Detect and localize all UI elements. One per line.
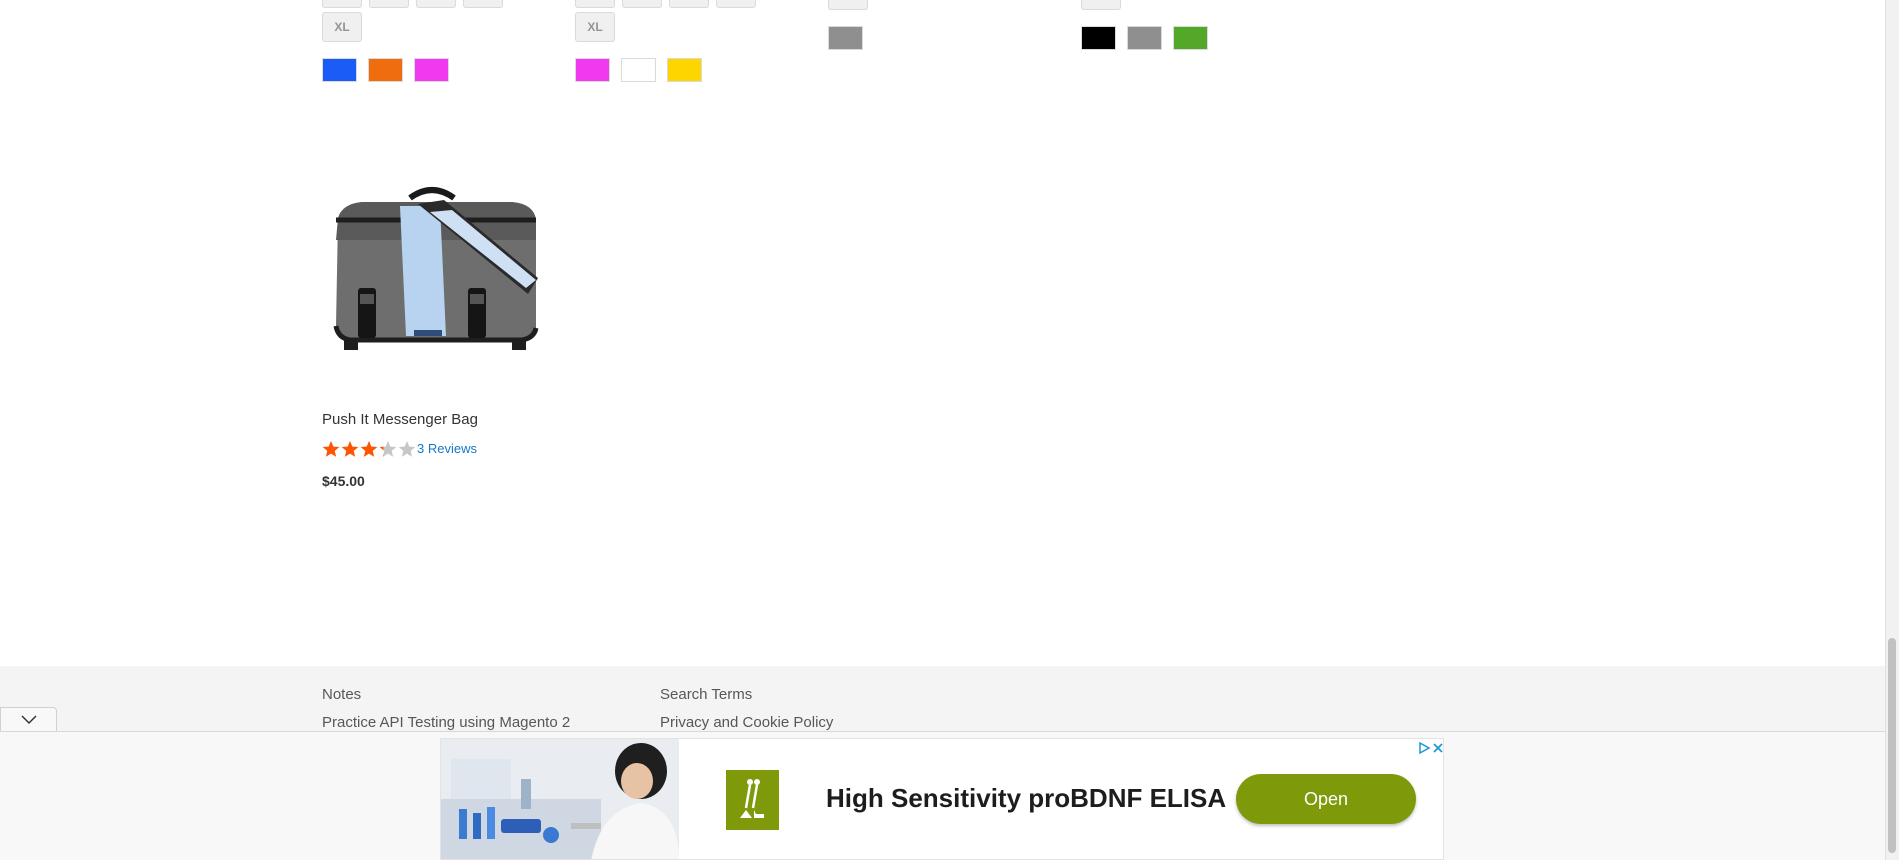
size-swatch[interactable] xyxy=(369,0,409,8)
product-image[interactable] xyxy=(322,160,542,380)
color-swatch-white[interactable] xyxy=(621,58,656,82)
star-icon xyxy=(322,440,341,458)
color-swatch-orange[interactable] xyxy=(368,58,403,82)
product-name-link[interactable]: Push It Messenger Bag xyxy=(322,411,478,428)
size-swatch[interactable] xyxy=(669,0,709,8)
star-icon xyxy=(379,440,398,458)
messenger-bag-image xyxy=(333,187,539,350)
close-icon[interactable] xyxy=(1431,741,1443,755)
color-swatch-green[interactable] xyxy=(1173,26,1208,50)
size-swatch[interactable] xyxy=(463,0,503,8)
ad-banner[interactable]: High Sensitivity proBDNF ELISA Open xyxy=(440,738,1444,860)
ad-logo xyxy=(726,770,779,830)
size-swatch[interactable] xyxy=(622,0,662,8)
size-swatch-xl[interactable]: XL xyxy=(322,12,362,42)
star-icon xyxy=(398,440,417,458)
color-swatch-yellow[interactable] xyxy=(667,58,702,82)
color-swatch-blue[interactable] xyxy=(322,58,357,82)
footer-link-notes[interactable]: Notes xyxy=(322,686,361,703)
footer-link-search-terms[interactable]: Search Terms xyxy=(660,686,752,703)
footer-link-practice-api[interactable]: Practice API Testing using Magento 2 xyxy=(322,714,570,731)
chevron-down-icon xyxy=(20,715,37,725)
ad-open-button[interactable]: Open xyxy=(1236,774,1416,824)
size-swatch[interactable] xyxy=(416,0,456,8)
color-swatch-black[interactable] xyxy=(1081,26,1116,50)
footer-link-privacy[interactable]: Privacy and Cookie Policy xyxy=(660,714,833,731)
ad-collapse-button[interactable] xyxy=(0,707,57,732)
color-swatch-gray[interactable] xyxy=(828,26,863,50)
ad-photo xyxy=(441,739,679,859)
size-swatch[interactable] xyxy=(575,0,615,8)
reviews-link[interactable]: 3 Reviews xyxy=(417,441,477,456)
size-swatch[interactable] xyxy=(1081,0,1121,10)
ad-headline[interactable]: High Sensitivity proBDNF ELISA xyxy=(826,783,1226,814)
size-swatch-xl[interactable]: XL xyxy=(575,12,615,42)
color-swatch-purple[interactable] xyxy=(414,58,449,82)
color-swatch-purple[interactable] xyxy=(575,58,610,82)
star-icon xyxy=(360,440,379,458)
size-swatch[interactable] xyxy=(322,0,362,8)
size-swatch[interactable] xyxy=(828,0,868,10)
rating-stars xyxy=(322,440,417,458)
product-price: $45.00 xyxy=(322,473,365,489)
size-swatch[interactable] xyxy=(716,0,756,8)
color-swatch-gray[interactable] xyxy=(1127,26,1162,50)
page-scrollbar-thumb[interactable] xyxy=(1888,638,1896,853)
adchoices-icon[interactable] xyxy=(1417,741,1431,755)
star-icon xyxy=(341,440,360,458)
